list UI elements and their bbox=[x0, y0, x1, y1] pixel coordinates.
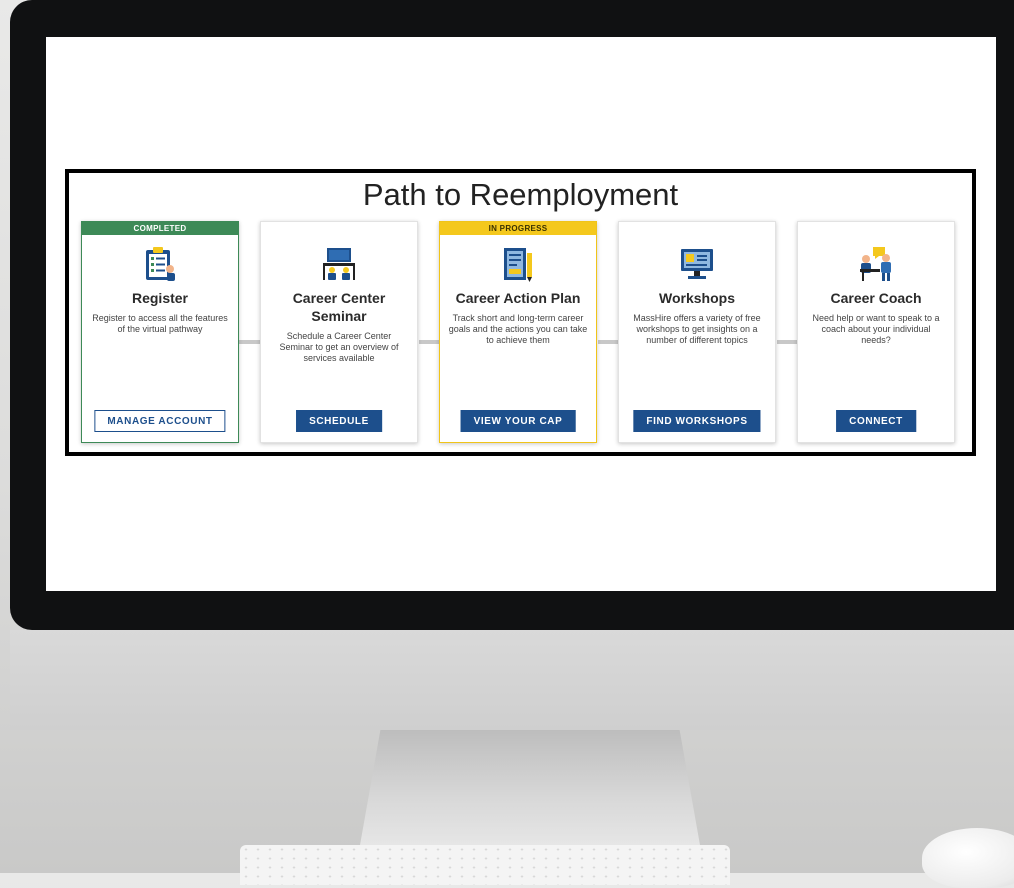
step-card-workshops: Workshops MassHire offers a variety of f… bbox=[618, 221, 776, 443]
monitor-chin bbox=[10, 630, 1014, 730]
clipboard-checklist-icon bbox=[146, 247, 175, 281]
step-card-career-coach: Career Coach Need help or want to speak … bbox=[797, 221, 955, 443]
status-badge: COMPLETED bbox=[82, 222, 238, 235]
step-description: Register to access all the features of t… bbox=[92, 313, 228, 334]
manage-account-button[interactable]: MANAGE ACCOUNT bbox=[94, 410, 226, 432]
seminar-classroom-icon bbox=[323, 248, 355, 280]
status-badge bbox=[619, 222, 775, 235]
step-description: Schedule a Career Center Seminar to get … bbox=[279, 331, 399, 363]
monitor-stand bbox=[360, 730, 700, 845]
step-card-career-center-seminar: Career Center Seminar Schedule a Career … bbox=[260, 221, 418, 443]
keyboard bbox=[240, 845, 730, 885]
step-description: MassHire offers a variety of free worksh… bbox=[633, 313, 761, 345]
step-title: Workshops bbox=[659, 290, 735, 306]
computer-monitor-icon bbox=[681, 249, 713, 279]
step-description: Need help or want to speak to a coach ab… bbox=[812, 313, 940, 345]
action-plan-document-icon bbox=[504, 248, 532, 282]
status-badge bbox=[261, 222, 417, 235]
step-card-career-action-plan: IN PROGRESS Career Action Plan Track sho… bbox=[439, 221, 597, 443]
step-description: Track short and long-term career goals a… bbox=[448, 313, 588, 345]
status-badge: IN PROGRESS bbox=[440, 222, 596, 235]
path-to-reemployment-panel: Path to Reemployment COMPLETED Register … bbox=[65, 169, 976, 456]
step-title: Register bbox=[131, 290, 189, 306]
connect-button[interactable]: CONNECT bbox=[836, 410, 916, 432]
status-badge bbox=[798, 222, 954, 235]
mouse bbox=[922, 828, 1014, 888]
step-title: Career Coach bbox=[830, 290, 922, 306]
step-card-register: COMPLETED Register Register to access al… bbox=[81, 221, 239, 443]
step-title: Career Center Seminar bbox=[292, 290, 386, 324]
schedule-button[interactable]: SCHEDULE bbox=[296, 410, 382, 432]
find-workshops-button[interactable]: FIND WORKSHOPS bbox=[633, 410, 761, 432]
step-title: Career Action Plan bbox=[455, 290, 581, 306]
coach-meeting-icon bbox=[860, 247, 891, 281]
view-your-cap-button[interactable]: VIEW YOUR CAP bbox=[460, 410, 576, 432]
page-title: Path to Reemployment bbox=[362, 177, 679, 212]
